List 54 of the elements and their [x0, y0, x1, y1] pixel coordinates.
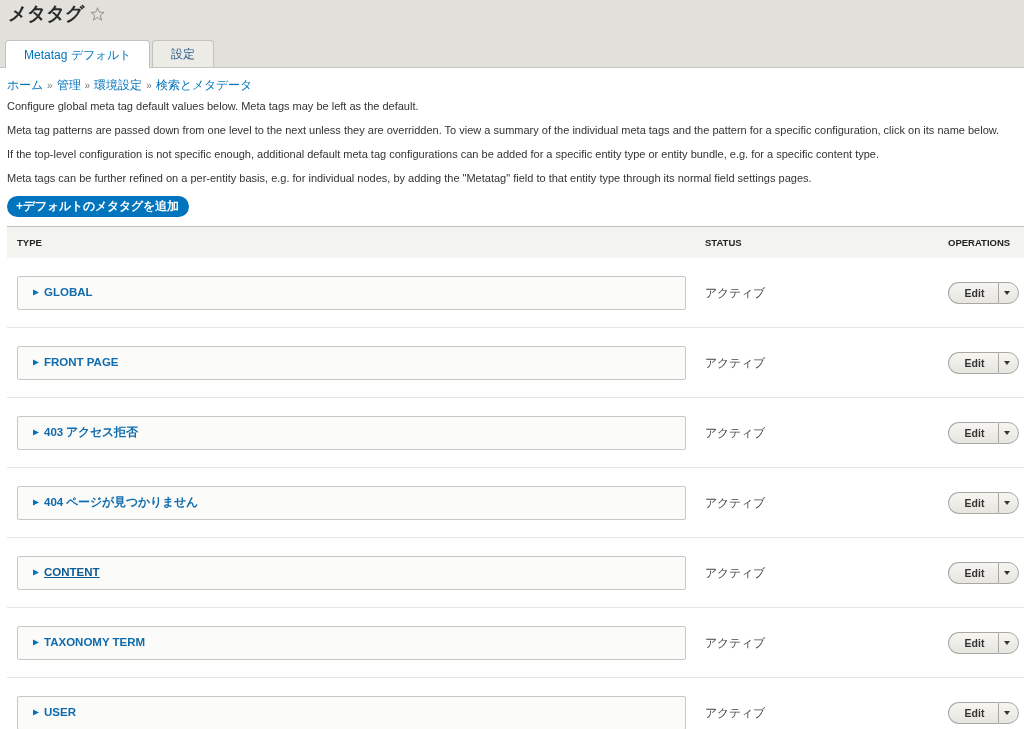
- column-header: STATUS: [704, 237, 743, 248]
- caret-icon: [1004, 500, 1010, 505]
- column-header: OPERATIONS: [947, 237, 1012, 248]
- details-summary[interactable]: GLOBAL: [33, 285, 93, 300]
- caret-icon: [1004, 430, 1010, 435]
- caret-icon: [1004, 290, 1010, 295]
- caret-icon: [1004, 570, 1010, 575]
- edit-button[interactable]: Edit: [948, 701, 998, 724]
- status-text: アクティブ: [705, 426, 765, 440]
- breadcrumb-link[interactable]: 環境設定: [94, 78, 143, 93]
- column-header: TYPE: [16, 237, 43, 248]
- breadcrumb-link[interactable]: ホーム: [7, 78, 43, 93]
- tab[interactable]: Metatag デフォルト: [5, 40, 150, 68]
- dropdown-toggle[interactable]: [998, 561, 1019, 584]
- caret-icon: [1004, 360, 1010, 365]
- star-icon[interactable]: [90, 7, 105, 21]
- dropdown-toggle[interactable]: [998, 631, 1019, 654]
- dropdown-toggle[interactable]: [998, 421, 1019, 444]
- breadcrumb-link[interactable]: 検索とメタデータ: [155, 78, 252, 93]
- description-text: If the top-level configuration is not specific enough, additional default meta tag configurations can be added for a specific entity type or entity bundle, e.g. for a specific content type.: [7, 148, 880, 161]
- caret-icon: [1004, 640, 1010, 645]
- edit-button[interactable]: Edit: [948, 561, 998, 584]
- tab[interactable]: 設定: [151, 40, 214, 67]
- edit-button[interactable]: Edit: [948, 281, 998, 304]
- breadcrumb-link[interactable]: 管理: [56, 78, 81, 93]
- status-text: アクティブ: [705, 566, 765, 580]
- edit-button[interactable]: Edit: [948, 421, 998, 444]
- edit-button[interactable]: Edit: [948, 351, 998, 374]
- status-text: アクティブ: [705, 356, 765, 370]
- details-summary[interactable]: CONTENT: [33, 565, 100, 580]
- add-default-metatag-button[interactable]: +デフォルトのメタタグを追加: [7, 196, 189, 217]
- details-summary[interactable]: FRONT PAGE: [33, 355, 119, 370]
- dropdown-toggle[interactable]: [998, 281, 1019, 304]
- edit-button[interactable]: Edit: [948, 491, 998, 514]
- status-text: アクティブ: [705, 636, 765, 650]
- edit-button[interactable]: Edit: [948, 631, 998, 654]
- caret-icon: [1004, 710, 1010, 715]
- status-text: アクティブ: [705, 706, 765, 720]
- breadcrumb-separator: »: [146, 79, 152, 93]
- status-text: アクティブ: [705, 496, 765, 510]
- status-text: アクティブ: [705, 286, 765, 300]
- details-summary[interactable]: USER: [33, 705, 76, 720]
- details-summary[interactable]: TAXONOMY TERM: [33, 635, 146, 650]
- description-text: Meta tag patterns are passed down from one level to the next unless they are overridden. To view a summary of the individual meta tags and the pattern for a specific configuration, click on its name below.: [7, 124, 1001, 137]
- breadcrumb-separator: »: [47, 79, 53, 93]
- details-summary[interactable]: 404 ページが見つかりません: [33, 495, 199, 510]
- details-summary[interactable]: 403 アクセス拒否: [33, 425, 139, 440]
- dropdown-toggle[interactable]: [998, 491, 1019, 514]
- dropdown-toggle[interactable]: [998, 351, 1019, 374]
- dropdown-toggle[interactable]: [998, 701, 1019, 724]
- description-text: Configure global meta tag default values below. Meta tags may be left as the default.: [7, 100, 420, 113]
- page-title: メタタグ: [8, 3, 84, 25]
- description-text: Meta tags can be further refined on a per-entity basis, e.g. for individual nodes, by adding the "Metatag" field to that entity type through its normal field settings pages.: [7, 172, 813, 185]
- breadcrumb-separator: »: [84, 79, 91, 93]
